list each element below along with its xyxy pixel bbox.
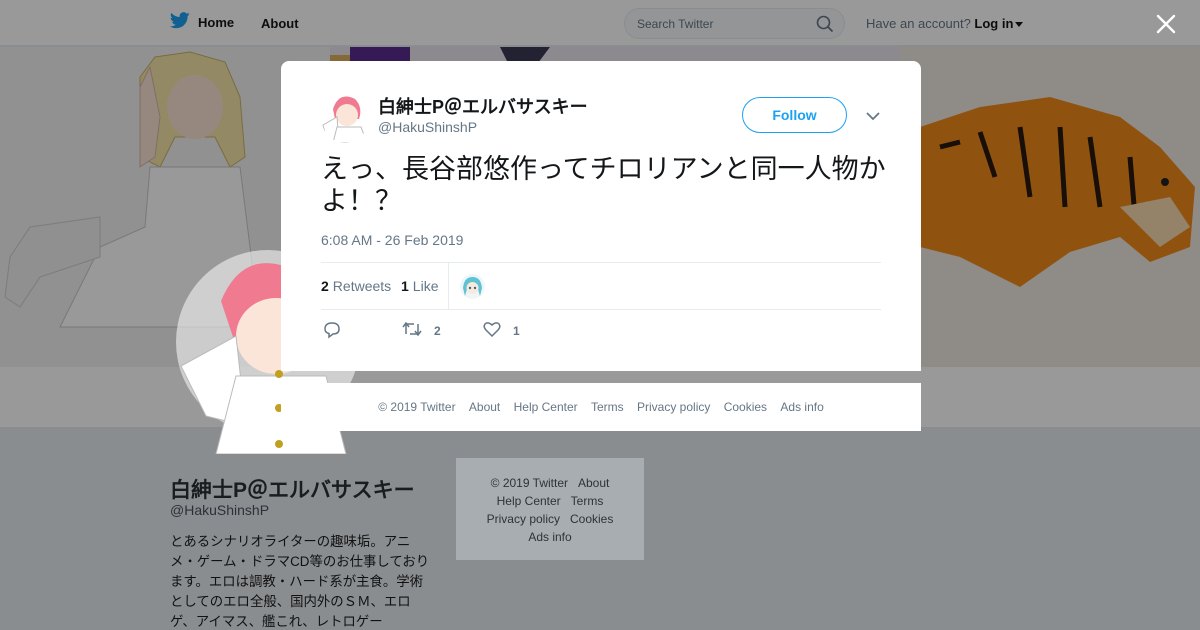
side-footer-help-link[interactable]: Help Center: [497, 494, 561, 508]
footer-terms-link[interactable]: Terms: [591, 400, 624, 414]
footer-about-link[interactable]: About: [469, 400, 500, 414]
side-footer-ads-link[interactable]: Ads info: [528, 530, 571, 544]
like-action-count: 1: [513, 323, 520, 338]
tweet-actions: 2 1: [321, 321, 881, 341]
profile-bio: とあるシナリオライターの趣味垢。アニメ・ゲーム・ドラマCD等のお仕事しております…: [170, 534, 430, 629]
tweet-author-name[interactable]: 白紳士P＠エルバサスキー: [378, 93, 588, 119]
tweet-timestamp[interactable]: 6:08 AM - 26 Feb 2019: [321, 232, 463, 248]
reply-button[interactable]: [323, 321, 341, 342]
retweet-icon: [402, 321, 422, 340]
tweet-stats: 2 Retweets 1 Like: [321, 262, 881, 310]
footer-help-link[interactable]: Help Center: [514, 400, 578, 414]
modal-footer: © 2019 Twitter About Help Center Terms P…: [281, 383, 921, 431]
reply-icon: [323, 321, 341, 342]
footer-cookies-link[interactable]: Cookies: [724, 400, 767, 414]
retweet-count: 2: [321, 278, 329, 294]
liker-avatar[interactable]: [460, 274, 485, 299]
heart-icon: [483, 321, 501, 340]
chevron-down-icon[interactable]: [866, 108, 880, 126]
profile-name[interactable]: 白紳士P＠エルバサスキー: [170, 474, 415, 504]
footer-copyright: © 2019 Twitter: [378, 400, 456, 414]
side-footer: © 2019 Twitter About Help Center Terms Pri…: [456, 458, 644, 560]
tweet-author-avatar[interactable]: [321, 91, 369, 143]
like-button[interactable]: 1: [483, 321, 520, 340]
footer-ads-link[interactable]: Ads info: [780, 400, 823, 414]
retweet-action-count: 2: [434, 323, 441, 338]
side-footer-terms-link[interactable]: Terms: [571, 494, 604, 508]
tweet-modal: 白紳士P＠エルバサスキー @HakuShinshP Follow えっ、長谷部悠…: [281, 61, 921, 371]
like-stat[interactable]: 1 Like: [401, 278, 438, 294]
close-icon[interactable]: [1155, 13, 1177, 35]
follow-button[interactable]: Follow: [742, 97, 847, 133]
like-label: Like: [412, 278, 439, 294]
footer-privacy-link[interactable]: Privacy policy: [637, 400, 710, 414]
side-footer-copyright: © 2019 Twitter: [490, 476, 568, 490]
like-count: 1: [401, 278, 409, 294]
tweet-text: えっ、長谷部悠作ってチロリアンと同一人物かよ！？: [321, 154, 886, 216]
retweet-button[interactable]: 2: [402, 321, 441, 340]
side-footer-privacy-link[interactable]: Privacy policy: [487, 512, 560, 526]
profile-handle[interactable]: @HakuShinshP: [170, 502, 269, 518]
retweet-label: Retweets: [332, 278, 392, 294]
tweet-author-handle[interactable]: @HakuShinshP: [378, 119, 477, 135]
side-footer-about-link[interactable]: About: [578, 476, 609, 490]
stats-divider: [448, 263, 449, 309]
retweet-stat[interactable]: 2 Retweets: [321, 278, 391, 294]
side-footer-cookies-link[interactable]: Cookies: [570, 512, 613, 526]
